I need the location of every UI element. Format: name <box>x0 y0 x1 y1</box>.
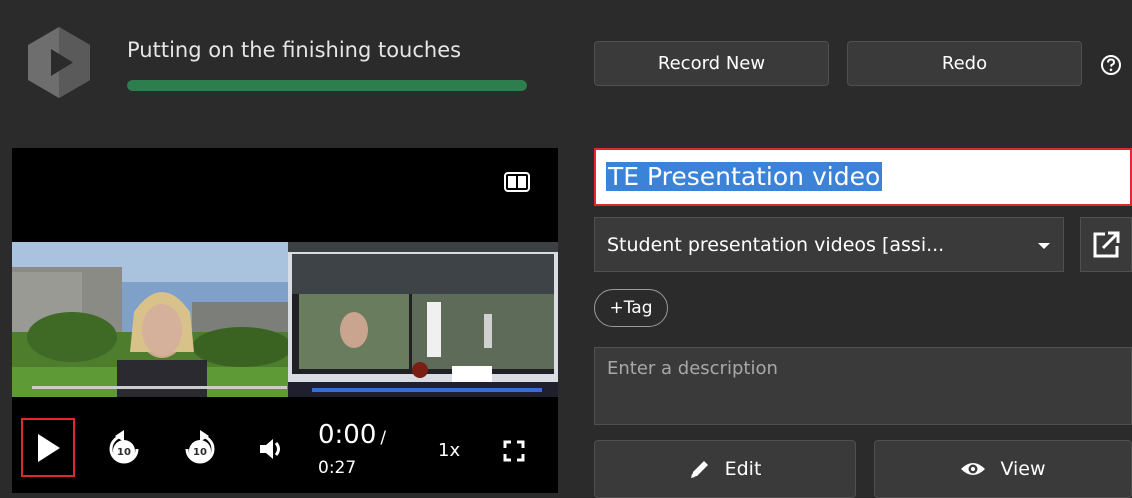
svg-text:10: 10 <box>193 447 207 458</box>
video-frame <box>12 242 558 397</box>
fullscreen-icon <box>503 440 525 462</box>
redo-button[interactable]: Redo <box>847 41 1082 86</box>
volume-icon <box>260 439 280 459</box>
playback-speed-button[interactable]: 1x <box>438 440 460 461</box>
current-time: 0:00/ <box>318 420 387 450</box>
forward-10-button[interactable]: 10 <box>180 428 220 470</box>
svg-text:10: 10 <box>117 447 131 458</box>
title-field-value: TE Presentation video <box>606 162 883 191</box>
view-button[interactable]: View <box>874 440 1132 498</box>
edit-button[interactable]: Edit <box>594 440 856 498</box>
external-link-icon <box>1093 231 1120 257</box>
add-tag-button[interactable]: +Tag <box>594 289 668 327</box>
forward-10-icon: 10 <box>185 430 215 464</box>
progress-fill <box>127 80 527 91</box>
title-field[interactable]: TE Presentation video <box>594 148 1132 206</box>
layout-toggle-icon[interactable] <box>504 172 530 192</box>
pencil-icon <box>690 461 708 478</box>
rewind-10-button[interactable]: 10 <box>104 428 144 470</box>
view-button-label: View <box>1000 458 1046 480</box>
chevron-down-icon <box>1037 234 1051 256</box>
eye-icon <box>961 463 986 475</box>
processing-progress-bar <box>127 80 527 91</box>
record-new-button[interactable]: Record New <box>594 41 829 86</box>
play-icon <box>38 433 60 462</box>
description-placeholder: Enter a description <box>607 358 778 379</box>
description-field[interactable]: Enter a description <box>594 347 1132 425</box>
processing-status-text: Putting on the finishing touches <box>127 38 462 62</box>
help-icon[interactable] <box>1100 54 1122 76</box>
total-time: 0:27 <box>318 458 357 478</box>
panopto-logo <box>24 25 94 100</box>
open-folder-button[interactable] <box>1080 217 1132 272</box>
folder-select[interactable]: Student presentation videos [assi... <box>594 217 1064 272</box>
rewind-10-icon: 10 <box>109 430 139 464</box>
volume-button[interactable] <box>256 434 288 464</box>
edit-button-label: Edit <box>724 458 762 480</box>
time-separator: / <box>380 428 387 448</box>
play-button[interactable] <box>21 418 75 477</box>
folder-select-value: Student presentation videos [assi... <box>607 233 945 256</box>
fullscreen-button[interactable] <box>500 438 528 464</box>
